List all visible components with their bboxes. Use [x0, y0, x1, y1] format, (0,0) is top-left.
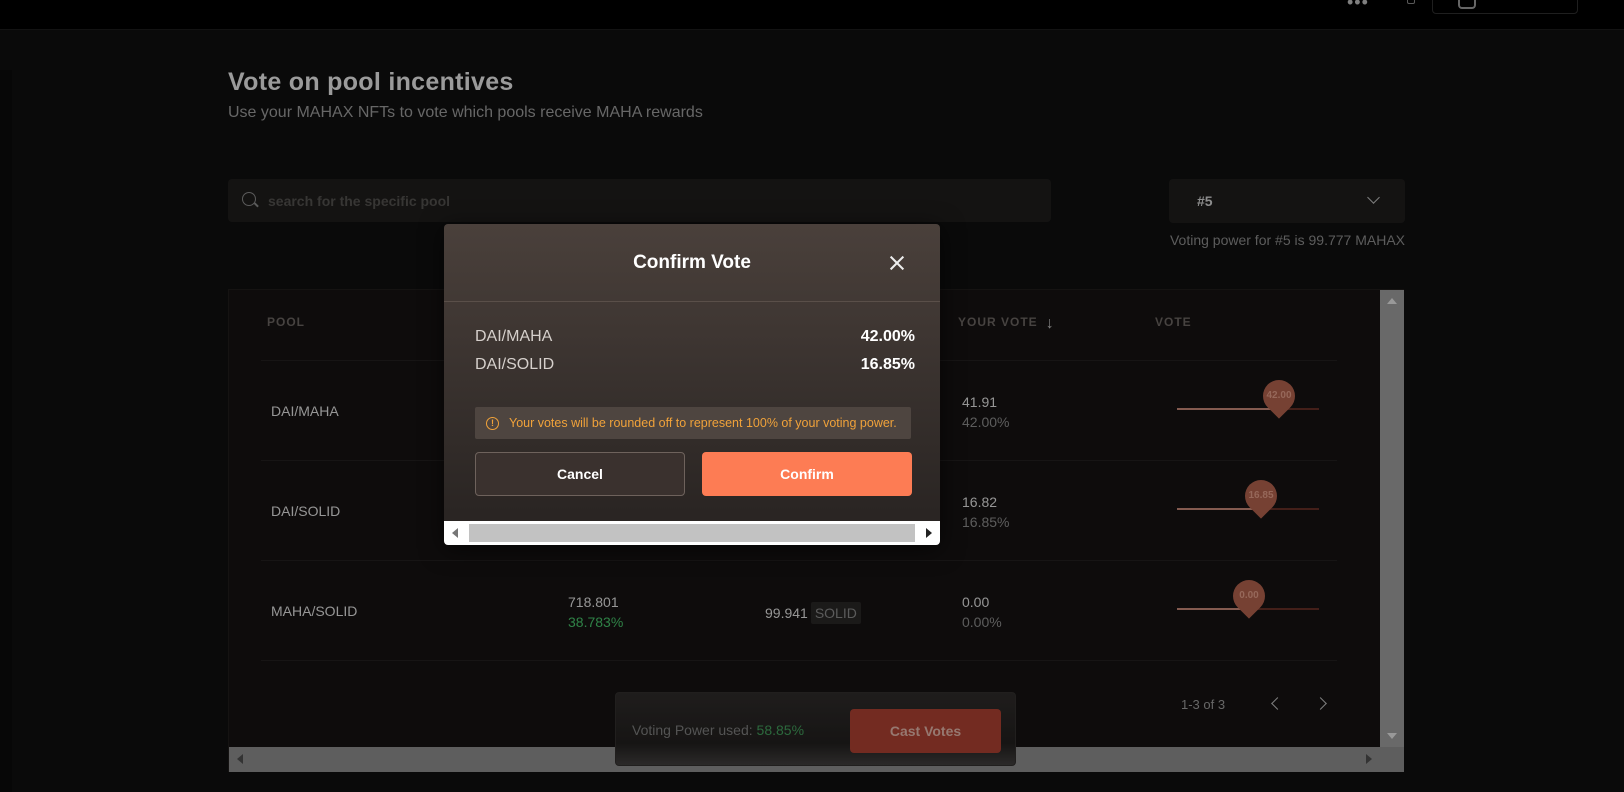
- modal-title: Confirm Vote: [633, 252, 751, 273]
- modal-header: Confirm Vote: [444, 224, 940, 302]
- vote-summary-pool: DAI/SOLID: [475, 356, 555, 373]
- cancel-button[interactable]: Cancel: [475, 452, 685, 496]
- vote-summary-percent: 42.00%: [860, 328, 915, 345]
- vote-summary-pool: DAI/MAHA: [475, 328, 553, 345]
- scroll-right-arrow-icon[interactable]: [926, 528, 932, 538]
- modal-horizontal-scrollbar[interactable]: [444, 521, 940, 545]
- rounding-warning: ! Your votes will be rounded off to repr…: [475, 407, 911, 439]
- scrollbar-thumb[interactable]: [469, 524, 915, 542]
- vote-summary-percent: 16.85%: [860, 356, 915, 373]
- rounding-warning-text: Your votes will be rounded off to repres…: [509, 416, 897, 430]
- vote-summary-row: DAI/SOLID 16.85%: [475, 356, 915, 374]
- vote-summary-row: DAI/MAHA 42.00%: [475, 328, 915, 346]
- close-icon[interactable]: [888, 254, 906, 272]
- confirm-vote-modal: Confirm Vote DAI/MAHA 42.00% DAI/SOLID 1…: [444, 224, 940, 545]
- info-icon: !: [486, 417, 499, 430]
- confirm-button[interactable]: Confirm: [702, 452, 912, 496]
- scroll-left-arrow-icon[interactable]: [452, 528, 458, 538]
